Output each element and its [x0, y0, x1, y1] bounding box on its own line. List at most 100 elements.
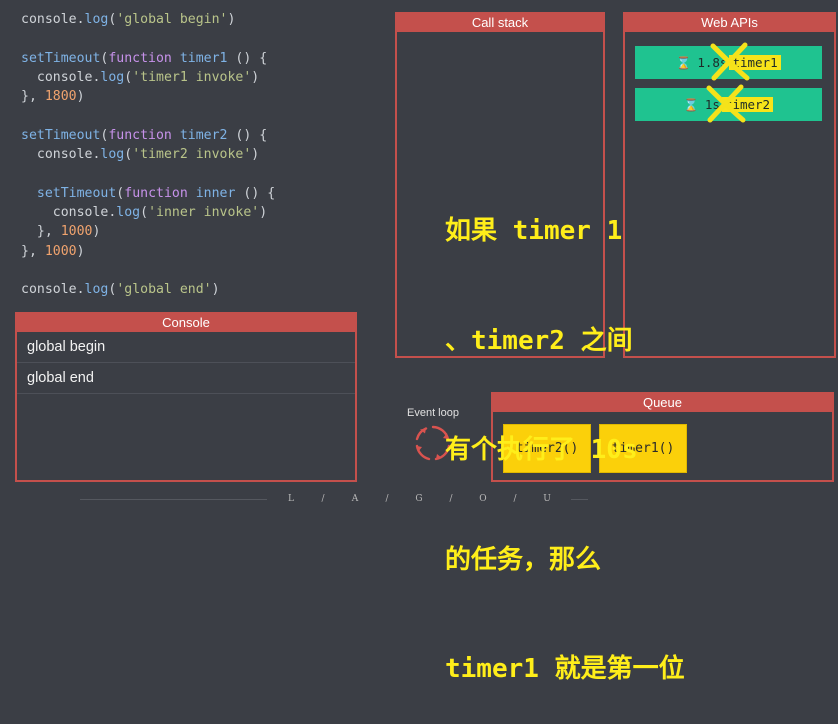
timer-remaining: 1s [704, 97, 720, 112]
code-token: function [108, 50, 172, 66]
code-token: ) [251, 69, 260, 85]
code-token: 1800 [44, 89, 77, 105]
footer-letter: G [415, 494, 423, 504]
code-token: timer2 [179, 127, 228, 143]
code-token: }, [21, 224, 61, 240]
footer-letter: / [513, 494, 517, 504]
code-line: console.log('timer1 invoke') [21, 68, 275, 87]
code-line: console.log('global begin') [21, 10, 275, 29]
code-token: 'global end' [116, 282, 212, 298]
code-line: console.log('global end') [21, 280, 275, 299]
code-token: ( [140, 204, 149, 220]
code-token: ) [211, 282, 220, 298]
code-editor: console.log('global begin') setTimeout(fu… [21, 10, 275, 299]
web-api-timer: ⌛ 1s timer2 [635, 88, 822, 121]
code-token: 'inner invoke' [148, 204, 260, 220]
annotation-line: 如果 timer 1 [445, 216, 623, 246]
code-line: console.log('timer2 invoke') [21, 145, 275, 164]
code-token: log [84, 282, 109, 298]
timer-name: timer1 [729, 55, 781, 70]
footer-watermark: L / A / G / O / U [0, 491, 838, 507]
footer-letter: U [543, 494, 551, 504]
web-api-timer: ⌛ 1.8s timer1 [635, 46, 822, 79]
console-title: Console [17, 314, 355, 332]
code-token: inner [195, 185, 236, 201]
code-token: console [21, 12, 77, 27]
code-token: ) [251, 147, 260, 163]
code-token: 'global begin' [116, 12, 228, 27]
annotation-line: timer1 就是第一位 [445, 654, 685, 684]
code-token: 1000 [44, 243, 77, 259]
code-token: console [52, 204, 109, 220]
code-line: }, 1800) [21, 87, 275, 106]
code-token: ( [124, 69, 133, 85]
footer-letter: / [449, 494, 453, 504]
code-token: setTimeout [21, 127, 101, 143]
code-token: () { [227, 127, 268, 143]
code-token: console [36, 69, 93, 85]
code-line: console.log('inner invoke') [21, 203, 275, 222]
code-line: }, 1000) [21, 222, 275, 241]
code-token: }, [21, 243, 45, 259]
code-token: ) [76, 243, 85, 259]
code-token: 'timer2 invoke' [132, 147, 252, 163]
code-token: . [76, 282, 85, 298]
code-token: log [116, 204, 141, 220]
code-line: }, 1000) [21, 242, 275, 261]
console-line: global end [17, 363, 355, 394]
code-token: () { [235, 185, 276, 201]
code-token: console [21, 282, 77, 298]
annotation-line: 的任务，那么 [445, 544, 602, 575]
console-line: global begin [17, 332, 355, 363]
code-token: ) [227, 12, 236, 27]
footer-letter: / [385, 494, 389, 504]
code-token: function [108, 127, 172, 143]
annotation-line: 有个执行了 10s [445, 435, 638, 465]
web-apis-title: Web APIs [625, 14, 834, 32]
code-token: }, [21, 89, 45, 105]
code-token: function [124, 185, 188, 201]
code-line: setTimeout(function timer2 () { [21, 126, 275, 145]
timer-remaining: 1.8s [697, 55, 728, 70]
timer-name: timer2 [721, 97, 774, 112]
annotation-text: 如果 timer 1 、timer2 之间 有个执行了 10s 的任务，那么 t… [445, 140, 685, 724]
code-token: setTimeout [36, 185, 117, 201]
code-token: () { [227, 50, 268, 66]
code-token: ( [124, 147, 133, 163]
code-token: timer1 [179, 50, 228, 66]
annotation-line: 、timer2 之间 [445, 325, 633, 356]
footer-letter: / [321, 494, 325, 504]
code-token: ) [92, 224, 101, 240]
code-token: ) [76, 89, 85, 105]
console-panel: Console global begin global end [15, 312, 357, 482]
footer-letter: A [351, 494, 359, 504]
code-token: log [100, 147, 125, 163]
code-token: log [84, 12, 109, 27]
call-stack-title: Call stack [397, 14, 603, 32]
footer-letters: L / A / G / O / U [267, 494, 571, 504]
code-line: setTimeout(function inner () { [21, 184, 275, 203]
code-token: log [100, 69, 125, 85]
code-line: setTimeout(function timer1 () { [21, 49, 275, 68]
footer-letter: O [479, 494, 487, 504]
code-token: 'timer1 invoke' [132, 69, 252, 85]
hourglass-icon: ⌛ [683, 97, 699, 112]
footer-letter: L [288, 494, 294, 504]
code-token: console [36, 147, 93, 163]
hourglass-icon: ⌛ [676, 55, 692, 70]
code-token: 1000 [60, 224, 93, 240]
code-token: . [76, 12, 85, 27]
code-token: ) [259, 204, 268, 220]
code-token: setTimeout [21, 50, 101, 66]
